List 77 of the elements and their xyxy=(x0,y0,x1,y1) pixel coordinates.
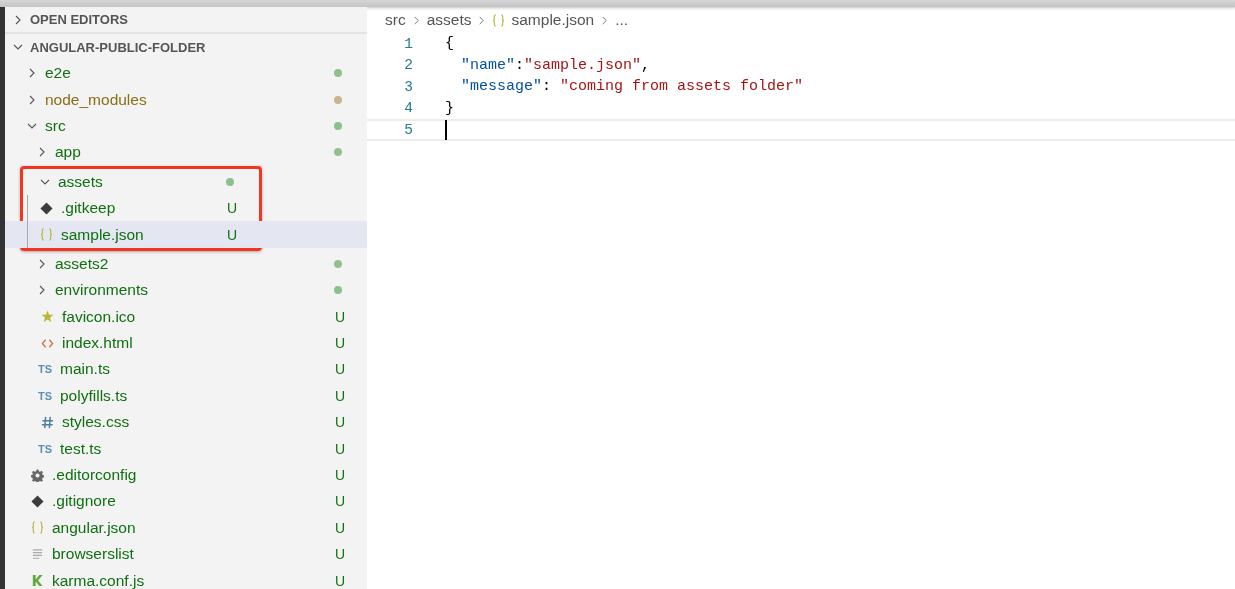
breadcrumb-item[interactable]: sample.json xyxy=(492,11,595,29)
line-number: 2 xyxy=(403,57,413,74)
breadcrumb-item[interactable]: ... xyxy=(615,11,629,29)
file-item[interactable]: TS polyfills.ts U xyxy=(5,382,367,410)
code-punctuation: : xyxy=(515,56,525,74)
status-letter: U xyxy=(334,467,345,484)
chevron-right-icon xyxy=(13,14,23,25)
line-number: 3 xyxy=(403,78,413,95)
chevron-right-icon[interactable] xyxy=(27,68,37,79)
star-icon xyxy=(41,310,54,324)
status-letter: U xyxy=(334,308,345,325)
file-item[interactable]: angular.json U xyxy=(5,514,367,542)
chevron-right-icon[interactable] xyxy=(27,94,37,105)
file-item[interactable]: TS main.ts U xyxy=(5,356,367,383)
chevron-right-icon xyxy=(600,15,610,25)
status-letter: U xyxy=(226,200,237,217)
chevron-right-icon xyxy=(411,15,421,25)
code-punctuation: } xyxy=(445,99,454,117)
status-letter: U xyxy=(334,361,345,378)
code-string: "coming from assets folder" xyxy=(560,78,804,96)
file-item[interactable]: styles.css U xyxy=(5,409,367,436)
code-punctuation: { xyxy=(445,35,454,53)
folder-item[interactable]: environments xyxy=(5,277,367,304)
braces-icon xyxy=(31,521,44,535)
code-key: "name" xyxy=(461,56,515,74)
chevron-right-icon[interactable] xyxy=(37,285,47,296)
section-header[interactable]: OPEN EDITORS xyxy=(5,7,367,33)
breadcrumb-item[interactable]: src xyxy=(385,11,406,29)
status-letter: U xyxy=(226,226,237,243)
braces-icon xyxy=(492,13,506,27)
file-item[interactable]: .gitkeep U xyxy=(5,194,367,222)
file-item[interactable]: sample.json U xyxy=(5,221,367,248)
chevron-right-icon[interactable] xyxy=(37,147,47,158)
line-number: 1 xyxy=(403,35,413,52)
file-item[interactable]: browserslist U xyxy=(5,541,367,568)
status-letter: U xyxy=(334,572,345,589)
folder-item[interactable]: assets xyxy=(5,168,367,195)
file-type-label: TS xyxy=(38,363,52,376)
breadcrumb-item[interactable]: assets xyxy=(426,11,472,29)
status-letter: U xyxy=(334,546,345,563)
line-number: 5 xyxy=(403,121,413,138)
gear-icon xyxy=(31,468,44,482)
chevron-right-icon[interactable] xyxy=(37,258,47,269)
section-header[interactable]: ANGULAR-PUBLIC-FOLDER xyxy=(5,33,367,60)
chevron-down-icon xyxy=(13,42,23,52)
chevron-right-icon xyxy=(477,15,487,25)
text-file-icon xyxy=(31,547,44,561)
text-cursor xyxy=(445,119,447,140)
folder-item[interactable]: node_modules xyxy=(5,86,367,113)
file-item[interactable]: .editorconfig U xyxy=(5,461,367,489)
diamond-icon xyxy=(31,494,44,508)
file-item[interactable]: .gitignore U xyxy=(5,488,367,515)
folder-item[interactable]: assets2 xyxy=(5,250,367,278)
folder-item[interactable]: app xyxy=(5,139,367,166)
folder-item[interactable]: e2e xyxy=(5,60,367,87)
line-number: 4 xyxy=(403,100,413,117)
status-letter: U xyxy=(334,493,345,510)
file-item[interactable]: karma.conf.js U xyxy=(5,567,367,589)
file-item[interactable]: TS test.ts U xyxy=(5,435,367,462)
status-letter: U xyxy=(334,440,345,457)
folder-item[interactable]: src xyxy=(5,112,367,140)
code-key: "message" xyxy=(461,78,542,96)
file-type-label: TS xyxy=(38,389,52,402)
status-letter: U xyxy=(334,414,345,431)
status-letter: U xyxy=(334,519,345,536)
braces-icon xyxy=(40,228,53,242)
status-letter: U xyxy=(334,335,345,352)
diamond-icon xyxy=(40,201,53,215)
file-item[interactable]: index.html U xyxy=(5,329,367,357)
hash-icon xyxy=(41,415,54,429)
code-punctuation: : xyxy=(542,78,552,96)
k-logo-icon xyxy=(31,574,44,588)
status-letter: U xyxy=(334,387,345,404)
file-type-label: TS xyxy=(38,442,52,455)
code-punctuation: , xyxy=(641,56,651,74)
code-string: "sample.json" xyxy=(524,56,642,74)
file-item[interactable]: favicon.ico U xyxy=(5,303,367,330)
